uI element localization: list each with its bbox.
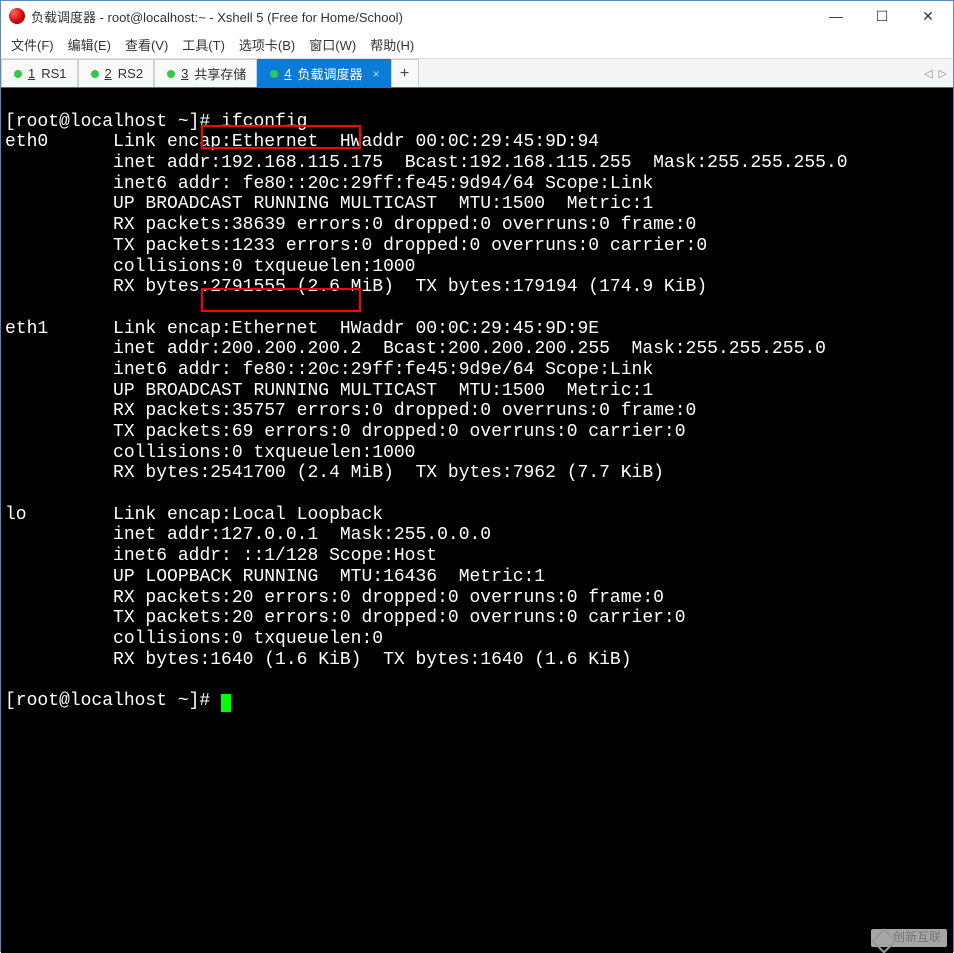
plus-icon: + bbox=[400, 65, 409, 83]
tabbar: 1 RS1 2 RS2 3 共享存储 4 负载调度器 × + ◁ ▷ bbox=[1, 59, 953, 88]
output-line: eth1 Link encap:Ethernet HWaddr 00:0C:29… bbox=[5, 319, 599, 339]
menu-file[interactable]: 文件(F) bbox=[11, 35, 54, 54]
tab-number: 1 bbox=[28, 66, 35, 81]
tab-shared-storage[interactable]: 3 共享存储 bbox=[154, 59, 257, 87]
output-line: inet6 addr: ::1/128 Scope:Host bbox=[5, 546, 437, 566]
menu-tab[interactable]: 选项卡(B) bbox=[239, 35, 295, 54]
output-line: UP BROADCAST RUNNING MULTICAST MTU:1500 … bbox=[5, 381, 653, 401]
tab-rs2[interactable]: 2 RS2 bbox=[78, 59, 155, 87]
tab-number: 3 bbox=[181, 66, 188, 81]
status-dot-icon bbox=[91, 70, 99, 78]
tab-load-balancer[interactable]: 4 负载调度器 × bbox=[257, 59, 390, 87]
app-icon bbox=[9, 8, 25, 24]
output-line: inet addr:192.168.115.175 Bcast:192.168.… bbox=[5, 153, 848, 173]
tab-scroll-left-icon[interactable]: ◁ bbox=[924, 67, 932, 80]
output-line: collisions:0 txqueuelen:1000 bbox=[5, 443, 415, 463]
tab-number: 2 bbox=[105, 66, 112, 81]
output-line: lo Link encap:Local Loopback bbox=[5, 505, 383, 525]
menu-edit[interactable]: 编辑(E) bbox=[68, 35, 111, 54]
output-line: collisions:0 txqueuelen:0 bbox=[5, 629, 383, 649]
window-buttons: — ☐ ✕ bbox=[813, 2, 951, 30]
minimize-button[interactable]: — bbox=[813, 2, 859, 30]
output-line: collisions:0 txqueuelen:1000 bbox=[5, 257, 415, 277]
output-line: inet addr:127.0.0.1 Mask:255.0.0.0 bbox=[5, 525, 491, 545]
close-tab-icon[interactable]: × bbox=[373, 67, 380, 81]
terminal[interactable]: [root@localhost ~]# ifconfig eth0 Link e… bbox=[1, 88, 953, 953]
cursor bbox=[221, 694, 231, 712]
prompt-line: [root@localhost ~]# ifconfig bbox=[5, 112, 307, 132]
output-line: TX packets:20 errors:0 dropped:0 overrun… bbox=[5, 608, 686, 628]
output-line: RX packets:38639 errors:0 dropped:0 over… bbox=[5, 215, 696, 235]
output-line bbox=[5, 298, 16, 318]
output-line: RX packets:20 errors:0 dropped:0 overrun… bbox=[5, 588, 664, 608]
tab-rs1[interactable]: 1 RS1 bbox=[1, 59, 78, 87]
prompt-line: [root@localhost ~]# bbox=[5, 691, 231, 711]
status-dot-icon bbox=[270, 70, 278, 78]
tab-label: RS1 bbox=[41, 66, 66, 81]
status-dot-icon bbox=[167, 70, 175, 78]
menu-help[interactable]: 帮助(H) bbox=[370, 35, 414, 54]
output-line: UP BROADCAST RUNNING MULTICAST MTU:1500 … bbox=[5, 194, 653, 214]
tab-scroll-right-icon[interactable]: ▷ bbox=[939, 67, 947, 80]
menu-view[interactable]: 查看(V) bbox=[125, 35, 168, 54]
output-line: RX bytes:2791555 (2.6 MiB) TX bytes:1791… bbox=[5, 277, 707, 297]
maximize-button[interactable]: ☐ bbox=[859, 2, 905, 30]
output-line: TX packets:1233 errors:0 dropped:0 overr… bbox=[5, 236, 707, 256]
close-button[interactable]: ✕ bbox=[905, 2, 951, 30]
window-title: 负载调度器 - root@localhost:~ - Xshell 5 (Fre… bbox=[31, 7, 813, 26]
menu-window[interactable]: 窗口(W) bbox=[309, 35, 356, 54]
tab-label: 共享存储 bbox=[194, 64, 246, 83]
output-line: RX bytes:2541700 (2.4 MiB) TX bytes:7962… bbox=[5, 463, 664, 483]
tab-number: 4 bbox=[284, 66, 291, 81]
new-tab-button[interactable]: + bbox=[391, 59, 419, 87]
output-line: inet addr:200.200.200.2 Bcast:200.200.20… bbox=[5, 339, 826, 359]
output-line: RX bytes:1640 (1.6 KiB) TX bytes:1640 (1… bbox=[5, 650, 632, 670]
status-dot-icon bbox=[14, 70, 22, 78]
output-line bbox=[5, 670, 16, 690]
output-line: inet6 addr: fe80::20c:29ff:fe45:9d9e/64 … bbox=[5, 360, 653, 380]
eth1-ip: 200.200.200.2 bbox=[221, 339, 361, 359]
tab-label: RS2 bbox=[118, 66, 143, 81]
tab-nav: ◁ ▷ bbox=[924, 59, 953, 87]
output-line bbox=[5, 484, 16, 504]
output-line: UP LOOPBACK RUNNING MTU:16436 Metric:1 bbox=[5, 567, 545, 587]
output-line: eth0 Link encap:Ethernet HWaddr 00:0C:29… bbox=[5, 132, 599, 152]
tab-label: 负载调度器 bbox=[298, 64, 363, 83]
output-line: inet6 addr: fe80::20c:29ff:fe45:9d94/64 … bbox=[5, 174, 653, 194]
titlebar: 负载调度器 - root@localhost:~ - Xshell 5 (Fre… bbox=[1, 1, 953, 31]
watermark: 创新互联 bbox=[871, 929, 947, 947]
output-line: TX packets:69 errors:0 dropped:0 overrun… bbox=[5, 422, 686, 442]
output-line: RX packets:35757 errors:0 dropped:0 over… bbox=[5, 401, 696, 421]
menu-tools[interactable]: 工具(T) bbox=[182, 35, 225, 54]
eth0-ip: 192.168.115.175 bbox=[221, 153, 383, 173]
menubar: 文件(F) 编辑(E) 查看(V) 工具(T) 选项卡(B) 窗口(W) 帮助(… bbox=[1, 31, 953, 59]
